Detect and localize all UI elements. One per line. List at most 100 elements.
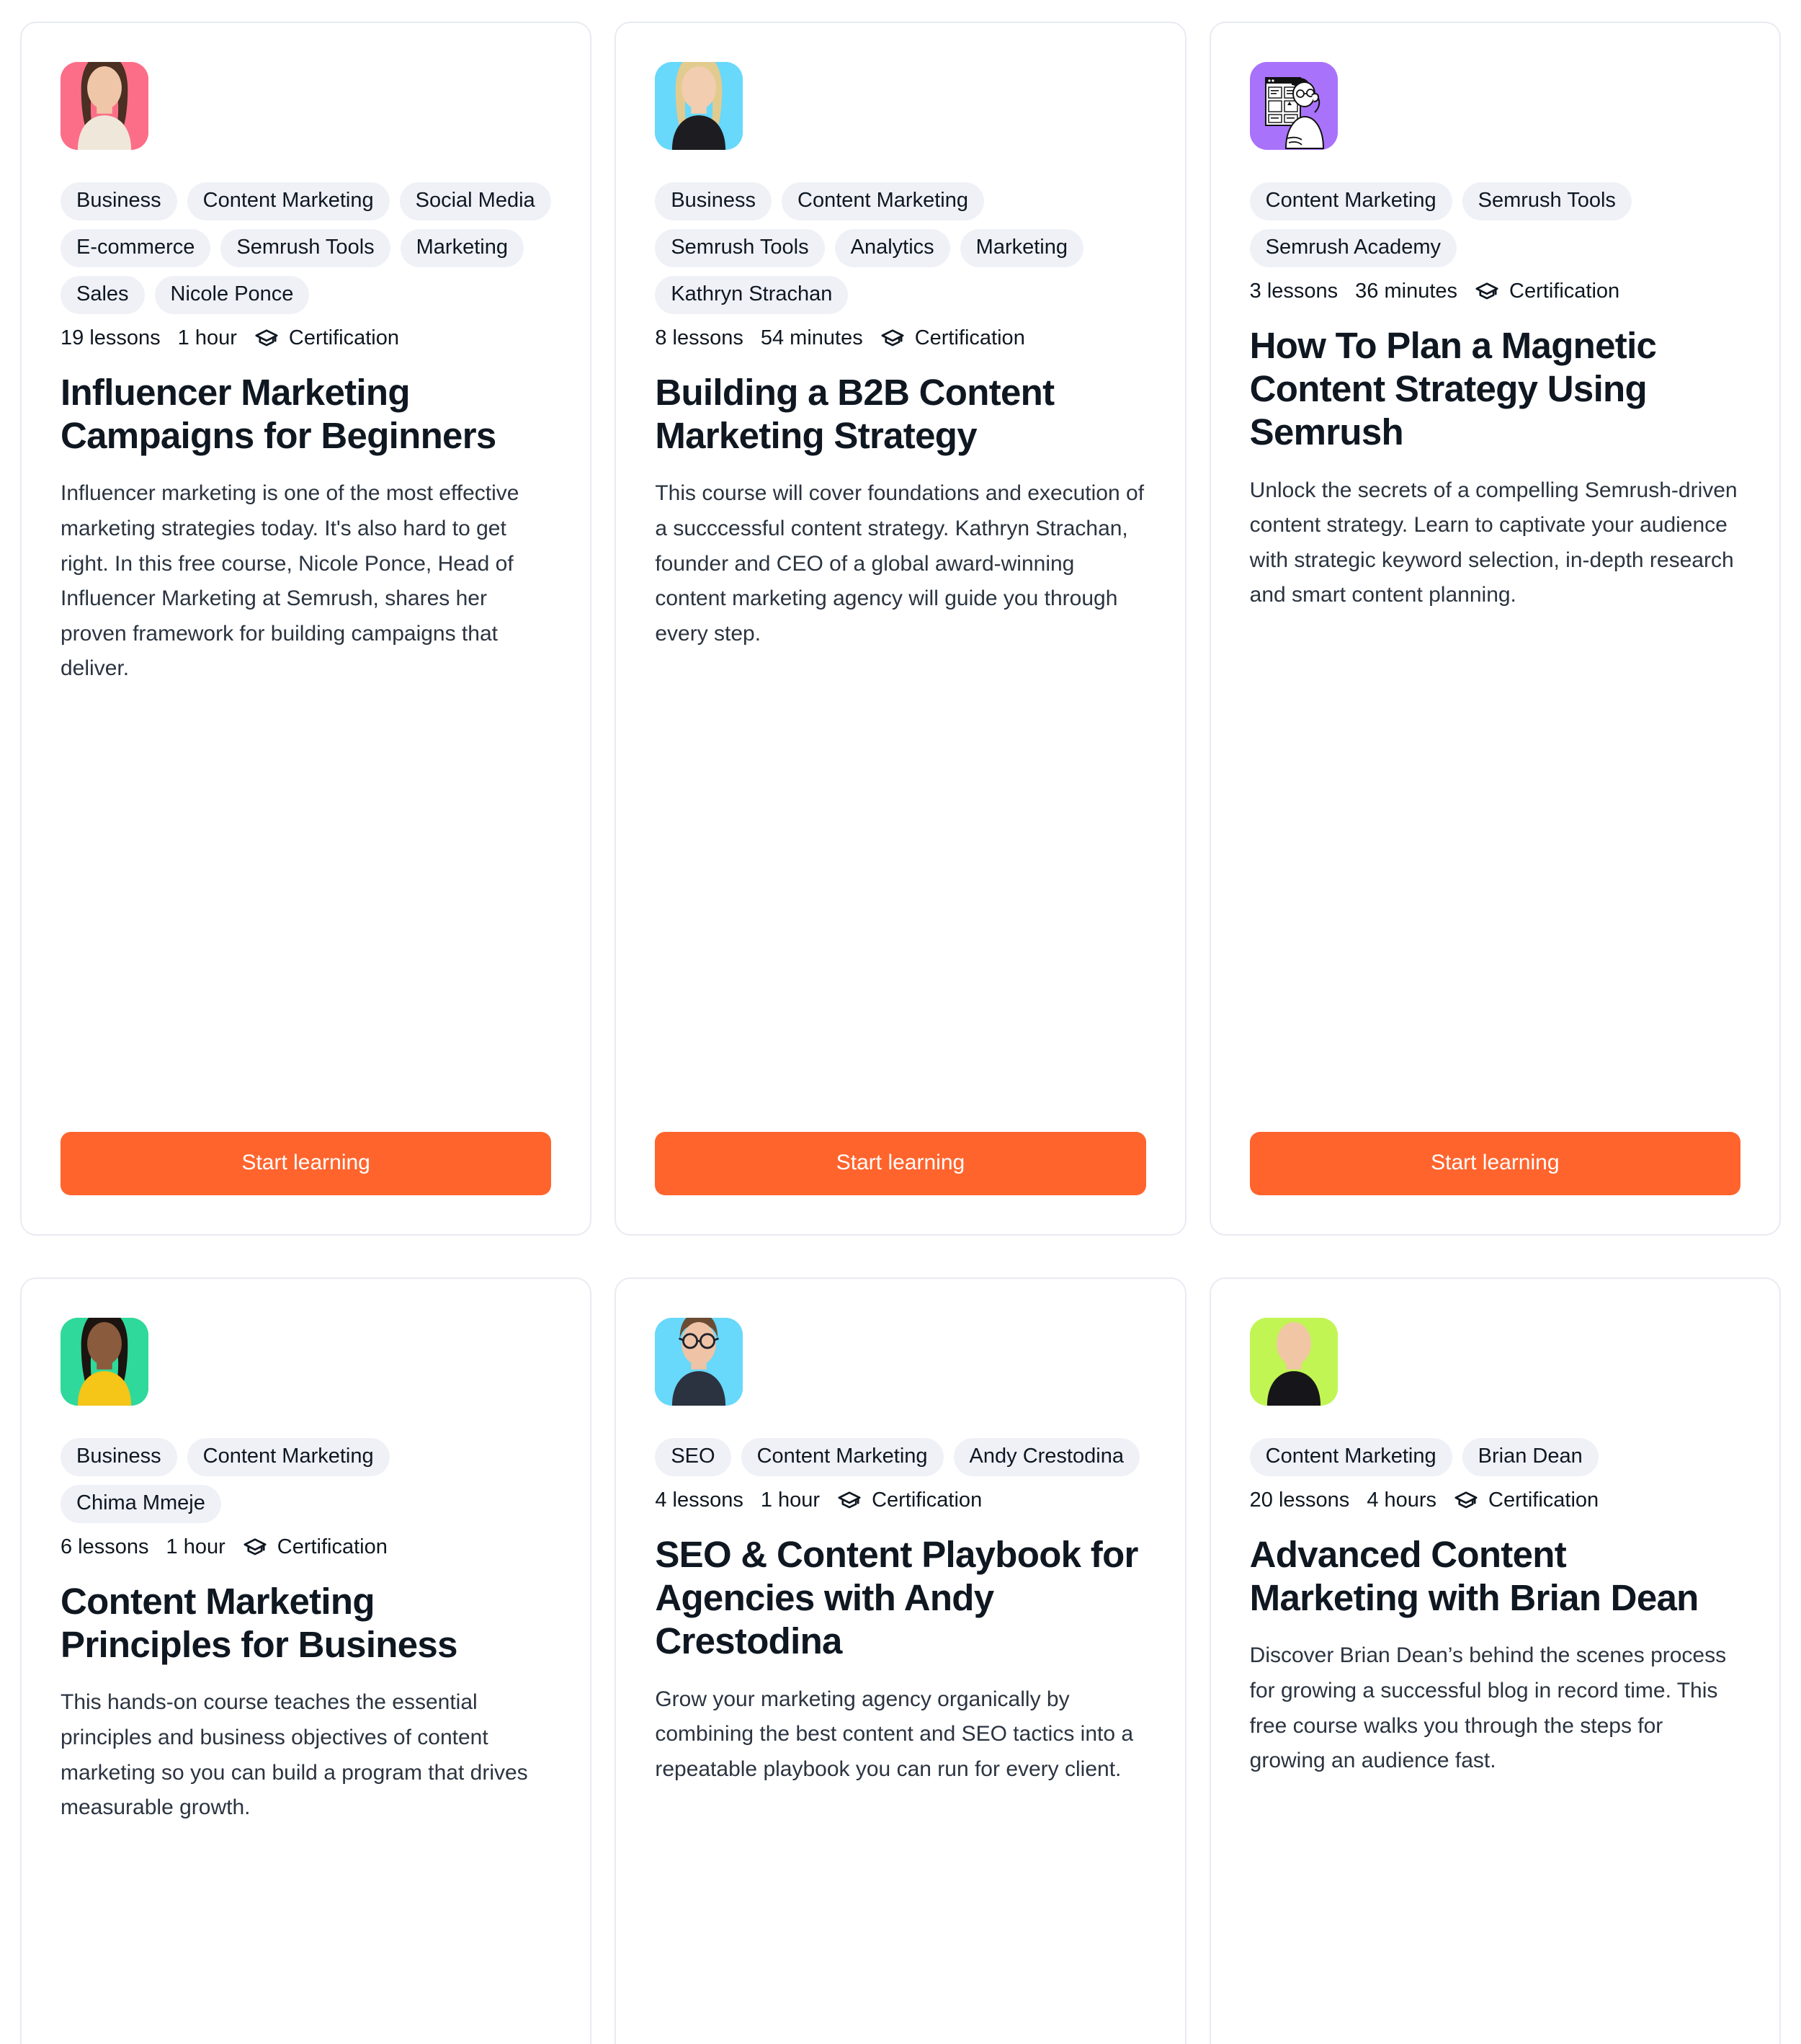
- course-description: Influencer marketing is one of the most …: [61, 481, 519, 681]
- course-card-6[interactable]: Content Marketing Brian Dean 20 lessons 4…: [1209, 1277, 1781, 2044]
- course-duration: 1 hour: [760, 1489, 821, 1512]
- course-meta: 8 lessons 54 minutes Certification: [655, 324, 1145, 352]
- lesson-count: 6 lessons: [61, 1535, 149, 1558]
- lesson-count: 3 lessons: [1249, 280, 1339, 303]
- course-duration: 36 minutes: [1355, 280, 1458, 303]
- certification-badge: Certification: [880, 324, 1025, 352]
- certification-label: Certification: [1509, 280, 1620, 303]
- avatar-artwork: [61, 1318, 148, 1406]
- cta-container: Start learning: [1249, 1132, 1740, 1195]
- course-title: Influencer Marketing Campaigns for Begin…: [61, 372, 496, 457]
- graduation-cap-icon: [1475, 282, 1498, 299]
- course-tag[interactable]: Chima Mmeje: [61, 1485, 221, 1523]
- graduation-cap-icon: [881, 329, 904, 346]
- text-fade-overlay: [1210, 976, 1779, 1113]
- course-duration: 54 minutes: [760, 326, 863, 349]
- certification-badge: Certification: [243, 1533, 388, 1561]
- certification-label: Certification: [872, 1489, 983, 1512]
- course-tag[interactable]: Marketing: [960, 229, 1083, 267]
- course-tag[interactable]: Content Marketing: [1249, 182, 1452, 220]
- course-meta: 19 lessons 1 hour Certification: [61, 324, 551, 352]
- certification-badge: Certification: [837, 1486, 982, 1514]
- graduation-cap-icon: [1454, 1491, 1478, 1508]
- lesson-count: 8 lessons: [655, 326, 743, 349]
- start-learning-button[interactable]: Start learning: [61, 1132, 552, 1195]
- kathryn-strachan-avatar: [655, 62, 743, 150]
- course-tag[interactable]: SEO: [655, 1438, 731, 1476]
- course-title: Building a B2B Content Marketing Strateg…: [655, 372, 1055, 457]
- course-card-3[interactable]: Content Marketing Semrush Tools Semrush Ac…: [1209, 22, 1781, 1236]
- course-description: This hands-on course teaches the essenti…: [61, 1690, 528, 1820]
- course-tag[interactable]: Semrush Academy: [1249, 229, 1457, 267]
- course-title: SEO & Content Playbook for Agencies with…: [655, 1534, 1138, 1662]
- course-duration: 4 hours: [1367, 1489, 1437, 1512]
- text-fade-overlay: [22, 976, 591, 1113]
- course-tag[interactable]: Content Marketing: [187, 182, 390, 220]
- course-tag[interactable]: E-commerce: [61, 229, 211, 267]
- course-card-1[interactable]: Business Content Marketing Social Media E-c…: [20, 22, 592, 1236]
- course-tag[interactable]: Sales: [61, 276, 145, 314]
- lesson-count: 19 lessons: [61, 326, 161, 349]
- chima-mmeje-avatar: [61, 1318, 148, 1406]
- course-duration: 1 hour: [177, 326, 237, 349]
- course-tag[interactable]: Content Marketing: [187, 1438, 390, 1476]
- course-tag[interactable]: Nicole Ponce: [154, 276, 310, 314]
- tag-list: Business Content Marketing Chima Mmeje: [61, 1438, 551, 1523]
- certification-badge: Certification: [254, 324, 399, 352]
- certification-label: Certification: [914, 326, 1025, 349]
- andy-crestodina-avatar: [655, 1318, 743, 1406]
- graduation-cap-icon: [838, 1491, 861, 1508]
- course-tag[interactable]: Business: [61, 182, 177, 220]
- tag-list: Business Content Marketing Social Media E-c…: [61, 182, 551, 314]
- course-meta: 20 lessons 4 hours Certification: [1250, 1486, 1740, 1514]
- course-tag[interactable]: Business: [61, 1438, 177, 1476]
- course-tag[interactable]: Semrush Tools: [220, 229, 390, 267]
- course-card-4[interactable]: Business Content Marketing Chima Mmeje 6 l…: [20, 1277, 592, 2044]
- tag-list: Content Marketing Semrush Tools Semrush Ac…: [1249, 182, 1740, 267]
- course-card-2[interactable]: Business Content Marketing Semrush Tools An…: [615, 22, 1186, 1236]
- course-tag[interactable]: Content Marketing: [782, 182, 984, 220]
- avatar-artwork: [655, 62, 743, 150]
- graduation-cap-icon: [255, 329, 278, 346]
- course-description: Discover Brian Dean’s behind the scenes …: [1249, 1643, 1727, 1773]
- course-tag[interactable]: Business: [655, 182, 772, 220]
- certification-badge: Certification: [1454, 1486, 1599, 1514]
- cta-container: Start learning: [655, 1132, 1146, 1195]
- course-title: Advanced Content Marketing with Brian De…: [1249, 1534, 1699, 1619]
- course-tag[interactable]: Content Marketing: [741, 1438, 944, 1476]
- course-meta: 6 lessons 1 hour Certification: [61, 1533, 551, 1561]
- course-tag[interactable]: Content Marketing: [1249, 1438, 1452, 1476]
- course-description: Grow your marketing agency organically b…: [655, 1687, 1134, 1781]
- course-card-5[interactable]: SEO Content Marketing Andy Crestodina 4 le…: [615, 1277, 1186, 2044]
- course-tag[interactable]: Semrush Tools: [655, 229, 825, 267]
- course-tag[interactable]: Marketing: [400, 229, 524, 267]
- course-tag[interactable]: Kathryn Strachan: [655, 276, 849, 314]
- course-tag[interactable]: Semrush Tools: [1462, 182, 1632, 220]
- certification-label: Certification: [288, 326, 400, 349]
- semrush-academy-illustration: [1249, 62, 1338, 150]
- avatar-artwork: [1250, 62, 1338, 150]
- course-duration: 1 hour: [166, 1535, 225, 1558]
- course-title: Content Marketing Principles for Busines…: [61, 1581, 457, 1666]
- tag-list: Content Marketing Brian Dean: [1249, 1438, 1740, 1476]
- brian-dean-avatar: [1249, 1318, 1338, 1406]
- tag-list: Business Content Marketing Semrush Tools An…: [655, 182, 1145, 314]
- tag-list: SEO Content Marketing Andy Crestodina: [655, 1438, 1145, 1476]
- avatar-artwork: [1249, 1318, 1338, 1406]
- course-meta: 3 lessons 36 minutes Certification: [1250, 277, 1740, 305]
- course-tag[interactable]: Analytics: [834, 229, 950, 267]
- course-tag[interactable]: Social Media: [399, 182, 551, 220]
- lesson-count: 4 lessons: [655, 1489, 743, 1512]
- course-tag[interactable]: Brian Dean: [1462, 1438, 1599, 1476]
- nicole-ponce-avatar: [61, 62, 148, 150]
- course-tag[interactable]: Andy Crestodina: [953, 1438, 1140, 1476]
- avatar-artwork: [61, 62, 148, 150]
- course-meta: 4 lessons 1 hour Certification: [655, 1486, 1145, 1514]
- text-fade-overlay: [616, 976, 1185, 1113]
- start-learning-button[interactable]: Start learning: [655, 1132, 1146, 1195]
- start-learning-button[interactable]: Start learning: [1249, 1132, 1740, 1195]
- certification-badge: Certification: [1475, 277, 1619, 305]
- certification-label: Certification: [1488, 1489, 1599, 1512]
- lesson-count: 20 lessons: [1249, 1489, 1350, 1512]
- course-card-grid: Business Content Marketing Social Media E-c…: [0, 0, 1801, 2044]
